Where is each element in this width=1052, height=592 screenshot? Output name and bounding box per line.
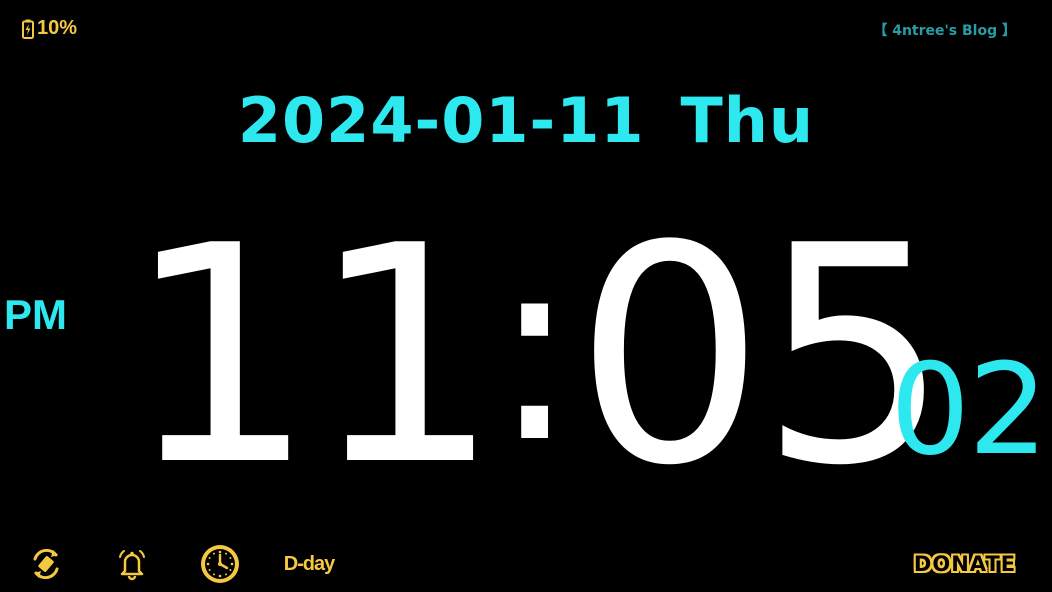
screen-rotate-icon — [26, 544, 66, 584]
clock-button[interactable] — [196, 540, 244, 588]
alarm-button[interactable] — [108, 540, 156, 588]
blog-link[interactable]: 【 4ntree's Blog 】 — [873, 20, 1016, 40]
battery-charging-icon — [22, 19, 34, 39]
date-display: 2024-01-11 Thu — [0, 83, 1052, 159]
clock-icon — [198, 542, 242, 586]
rotate-button[interactable] — [22, 540, 70, 588]
battery-percent: 10% — [37, 17, 78, 39]
donate-button[interactable]: DONATE — [910, 540, 1020, 588]
dday-button[interactable]: D-day — [278, 540, 340, 588]
minutes-value: 05 — [574, 182, 950, 531]
date-text: 2024-01-11 — [237, 84, 645, 157]
seconds-value: 02 — [890, 336, 1048, 483]
ampm-indicator: PM — [4, 291, 67, 338]
battery-indicator: 10% — [22, 17, 77, 40]
time-display[interactable]: 11:05 — [125, 182, 950, 531]
bottom-toolbar: D-day DONATE — [0, 540, 1052, 588]
time-separator: : — [490, 198, 579, 500]
hours-value: 11 — [125, 182, 501, 531]
alarm-bell-icon — [112, 544, 152, 584]
weekday-text: Thu — [680, 84, 815, 157]
